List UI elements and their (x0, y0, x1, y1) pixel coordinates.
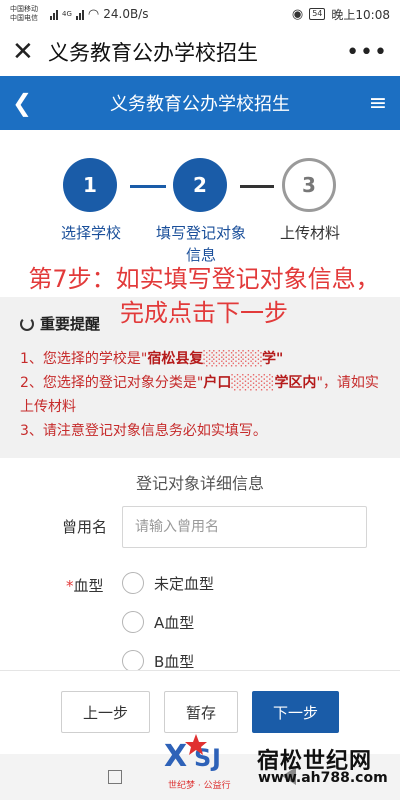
blood-type-option[interactable]: A血型 (122, 611, 194, 633)
blood-type-option-label: B血型 (154, 652, 195, 671)
former-name-input[interactable] (122, 506, 367, 548)
app-title: 义务教育公办学校招生 (110, 94, 290, 115)
main-content: 1 2 3 选择学校 填写登记对象 信息 上传材料 重要提醒 1、您选择的学校是… (0, 130, 400, 670)
step-connector-2 (240, 185, 274, 188)
prev-step-button[interactable]: 上一步 (61, 691, 150, 733)
app-header: ❮ 义务教育公办学校招生 ≡ (0, 76, 400, 130)
status-bar: 中国移动 中国电信 4G ◠ 24.0B/s ◉ 54 晚上10:08 (0, 0, 400, 28)
notice-line-1: 1、您选择的学校是"宿松县复░░░░░░学" (20, 351, 284, 367)
step-connector-1 (130, 185, 166, 188)
signal-icon-2 (75, 9, 84, 20)
close-icon[interactable]: ✕ (12, 37, 42, 67)
carrier-labels: 中国移动 中国电信 (10, 5, 46, 23)
blood-type-option[interactable]: 未定血型 (122, 572, 214, 594)
step-2-circle: 2 (173, 158, 227, 212)
clock: 晚上10:08 (331, 7, 390, 22)
logo-x-letter: X (164, 739, 187, 774)
blood-type-option-label: 未定血型 (154, 574, 215, 593)
recent-apps-icon[interactable] (108, 770, 122, 784)
stepper: 1 2 3 选择学校 填写登记对象 信息 上传材料 (0, 158, 400, 264)
logo-j-letter: J (210, 744, 221, 772)
watermark-logo-text: 世纪梦 · 公益行 (168, 781, 231, 791)
status-right: ◉ 54 晚上10:08 (292, 6, 390, 23)
blood-type-option[interactable]: B血型 (122, 650, 194, 670)
step-3-label: 上传材料 (279, 224, 340, 242)
battery-icon: 54 (309, 8, 326, 20)
network-type: 4G (62, 10, 72, 18)
step-2-label: 填写登记对象 信息 (155, 224, 246, 264)
status-left: 中国移动 中国电信 4G ◠ 24.0B/s (10, 5, 148, 23)
notice-line-2: 2、您选择的登记对象分类是"户口░░░░学区内"，请如实上传材料 (20, 375, 379, 415)
former-name-label: 曾用名 (62, 518, 108, 536)
wifi-icon: ◠ (87, 6, 100, 22)
redacted-mark: ░░░░░░ (203, 351, 263, 367)
more-options-icon[interactable]: ••• (346, 40, 388, 65)
radio-button[interactable] (122, 650, 144, 670)
browser-title-bar: ✕ 义务教育公办学校招生 ••• (0, 28, 400, 76)
blood-type-label: *血型 (66, 577, 104, 595)
carrier-1: 中国移动 (10, 5, 38, 13)
watermark-url: www.ah788.com (258, 770, 388, 786)
eye-icon: ◉ (291, 6, 304, 22)
next-step-button[interactable]: 下一步 (252, 691, 339, 733)
browser-title: 义务教育公办学校招生 (48, 41, 258, 65)
required-mark: * (66, 577, 74, 595)
net-speed: 24.0B/s (103, 7, 149, 21)
instruction-annotation: 第7步：如实填写登记对象信息， 完成点击下一步 (28, 265, 380, 327)
notice-body: 1、您选择的学校是"宿松县复░░░░░░学" 2、您选择的登记对象分类是"户口░… (20, 347, 385, 443)
menu-icon[interactable]: ≡ (356, 91, 400, 116)
back-icon[interactable]: ❮ (0, 89, 44, 117)
step-1-label: 选择学校 (60, 224, 121, 242)
save-draft-button[interactable]: 暂存 (164, 691, 238, 733)
blood-type-option-label: A血型 (154, 613, 195, 632)
notice-line-3: 3、请注意登记对象信息务必如实填写。 (20, 423, 267, 439)
radio-button[interactable] (122, 611, 144, 633)
signal-icon (50, 9, 58, 20)
radio-button[interactable] (122, 572, 144, 594)
step-1-circle: 1 (63, 158, 117, 212)
carrier-2: 中国电信 (10, 14, 38, 22)
section-title: 登记对象详细信息 (135, 474, 264, 493)
step-3-circle: 3 (282, 158, 336, 212)
redacted-mark-2: ░░░░ (231, 375, 275, 391)
